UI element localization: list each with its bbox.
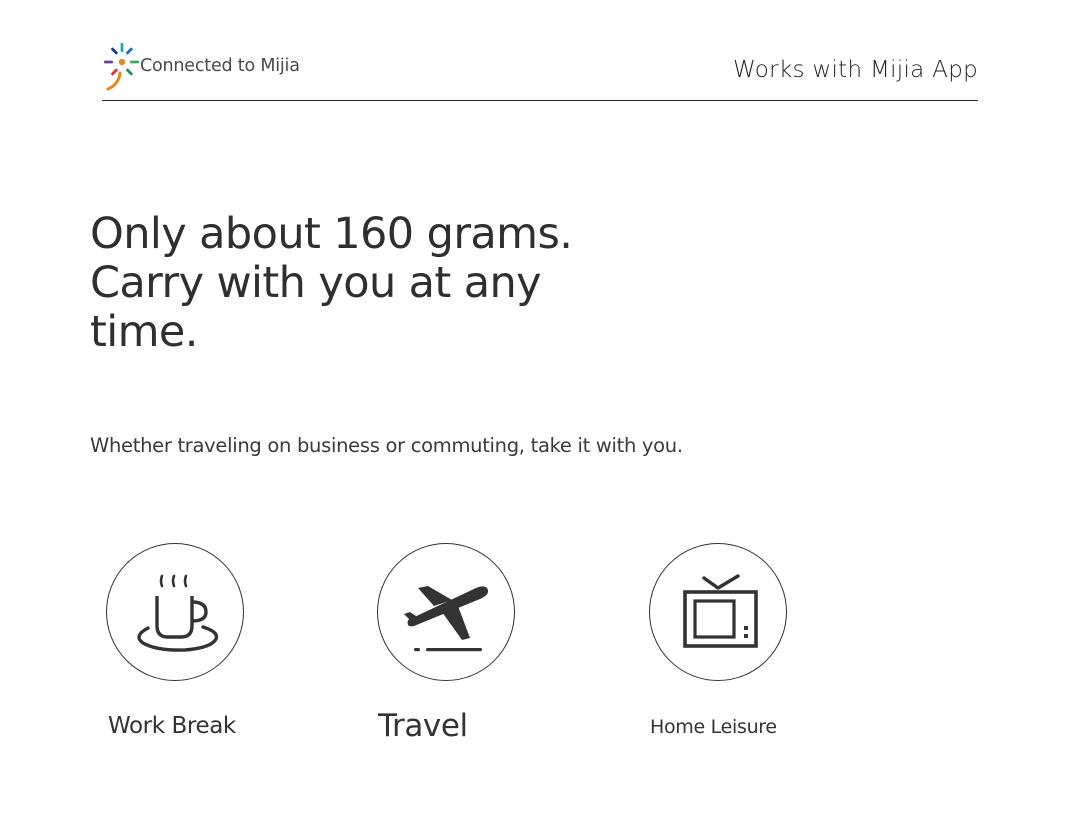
brand-text: Connected to Mijia [140, 56, 300, 76]
work-break-circle [106, 543, 244, 681]
home-leisure-circle [649, 543, 787, 681]
mijia-logo-icon [104, 43, 139, 91]
headline: Only about 160 grams. Carry with you at … [90, 209, 573, 357]
travel-circle [377, 543, 515, 681]
coffee-cup-icon [137, 574, 219, 652]
headline-line-2: Carry with you at any [90, 258, 542, 308]
subtext: Whether traveling on business or commuti… [90, 434, 683, 457]
works-with-label: Works with Mijia App [733, 57, 978, 83]
television-icon [683, 574, 758, 648]
scene-label-home-leisure: Home Leisure [650, 716, 777, 738]
scene-label-work-break: Work Break [108, 713, 236, 739]
page-header: Connected to Mijia Works with Mijia App [102, 38, 978, 101]
brand: Connected to Mijia [102, 40, 300, 92]
airplane-icon [404, 586, 489, 652]
headline-line-3: time. [90, 307, 198, 357]
headline-line-1: Only about 160 grams. [90, 209, 573, 259]
scene-label-travel: Travel [378, 708, 468, 744]
